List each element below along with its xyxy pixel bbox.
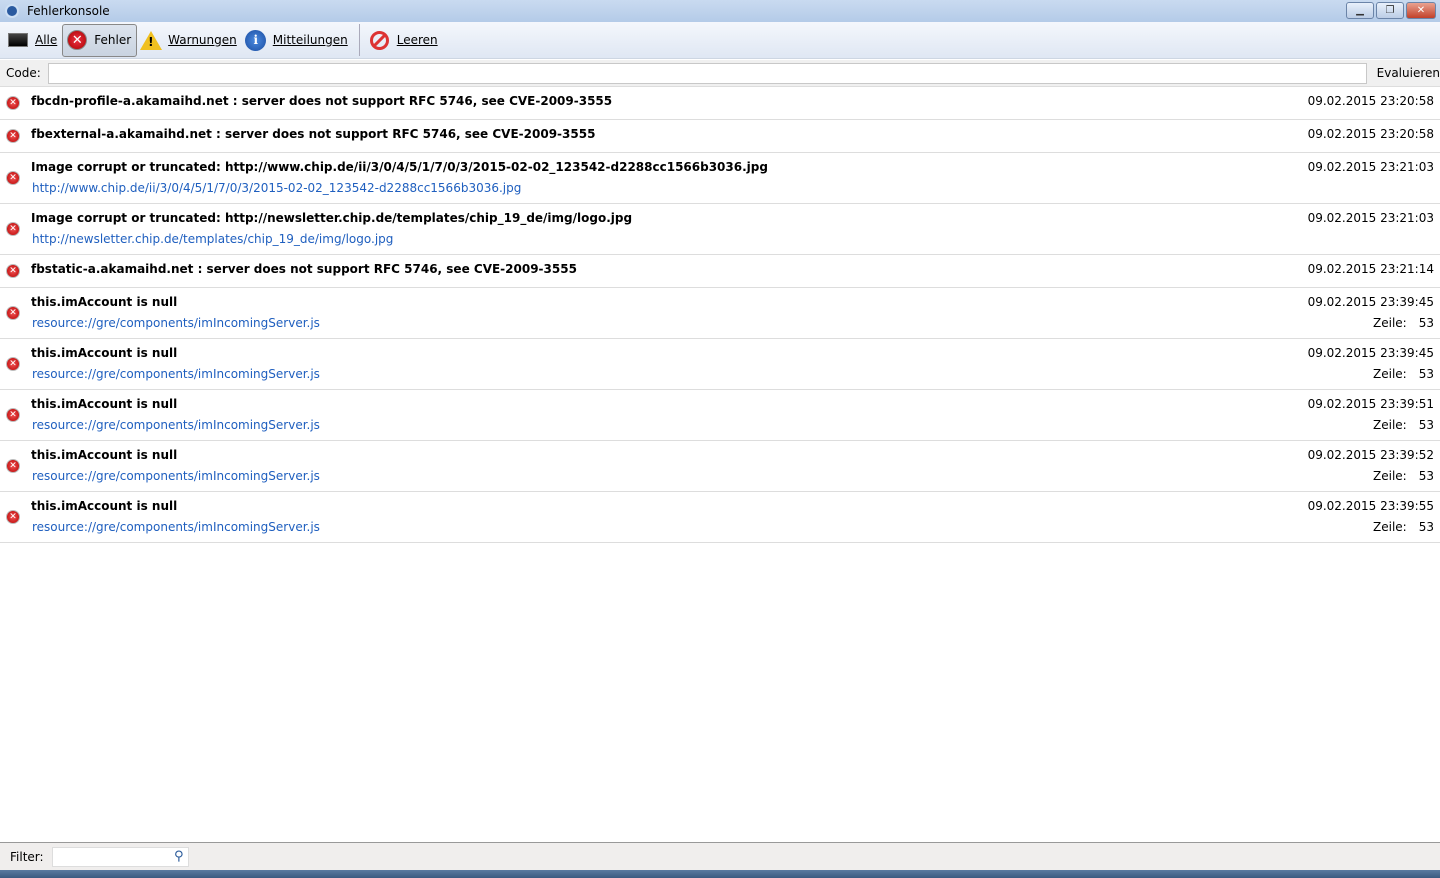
error-message: fbstatic-a.akamaihd.net : server does no… xyxy=(31,262,577,276)
timestamp: 09.02.2015 23:21:14 xyxy=(1307,262,1434,276)
source-link[interactable]: resource://gre/components/imIncomingServ… xyxy=(32,469,320,483)
console-icon xyxy=(7,29,29,51)
source-link[interactable]: resource://gre/components/imIncomingServ… xyxy=(32,367,320,381)
error-icon: ✕ xyxy=(6,264,20,278)
filter-messages-button[interactable]: i Mitteilungen xyxy=(242,24,353,57)
timestamp: 09.02.2015 23:21:03 xyxy=(1307,211,1434,225)
timestamp: 09.02.2015 23:39:52 xyxy=(1307,448,1434,462)
taskbar xyxy=(0,870,1440,878)
error-message: fbexternal-a.akamaihd.net : server does … xyxy=(31,127,596,141)
window-title: Fehlerkonsole xyxy=(27,4,110,18)
error-icon: ✕ xyxy=(6,222,20,236)
error-message: Image corrupt or truncated: http://www.c… xyxy=(31,160,768,174)
line-info: Zeile: 53 xyxy=(1373,469,1434,483)
timestamp: 09.02.2015 23:39:55 xyxy=(1307,499,1434,513)
source-link[interactable]: http://www.chip.de/ii/3/0/4/5/1/7/0/3/20… xyxy=(32,181,521,195)
clear-icon xyxy=(369,29,391,51)
line-info: Zeile: 53 xyxy=(1373,418,1434,432)
filter-bar: Filter: ⚲ xyxy=(0,842,1440,870)
filter-label: Filter: xyxy=(10,849,44,864)
error-message: this.imAccount is null xyxy=(31,448,178,462)
toolbar-separator xyxy=(358,24,360,56)
list-item[interactable]: ✕ Image corrupt or truncated: http://www… xyxy=(0,153,1440,204)
code-label: Code: xyxy=(6,66,41,80)
line-number: 53 xyxy=(1418,418,1434,432)
line-number: 53 xyxy=(1418,469,1434,483)
error-message: fbcdn-profile-a.akamaihd.net : server do… xyxy=(31,94,613,108)
search-icon: ⚲ xyxy=(174,848,184,864)
filter-warnings-button[interactable]: ! Warnungen xyxy=(137,24,242,57)
source-link[interactable]: resource://gre/components/imIncomingServ… xyxy=(32,418,320,432)
error-icon: ✕ xyxy=(6,96,20,110)
list-item[interactable]: ✕ this.imAccount is null 09.02.2015 23:3… xyxy=(0,339,1440,390)
line-info: Zeile: 53 xyxy=(1373,520,1434,534)
error-icon: ✕ xyxy=(6,129,20,143)
line-label: Zeile: xyxy=(1373,469,1407,483)
error-message: this.imAccount is null xyxy=(31,295,178,309)
line-label: Zeile: xyxy=(1373,418,1407,432)
evaluate-button[interactable]: Evaluieren xyxy=(1377,66,1440,80)
error-icon: ✕ xyxy=(66,29,88,51)
code-row: Code: Evaluieren xyxy=(0,60,1440,87)
error-icon: ✕ xyxy=(6,357,20,371)
list-item[interactable]: ✕ this.imAccount is null 09.02.2015 23:3… xyxy=(0,288,1440,339)
list-item[interactable]: ✕ this.imAccount is null 09.02.2015 23:3… xyxy=(0,390,1440,441)
error-list: ✕ fbcdn-profile-a.akamaihd.net : server … xyxy=(0,87,1440,543)
filter-all-button[interactable]: Alle xyxy=(4,24,62,57)
messages-label: Mitteilungen xyxy=(272,33,348,47)
timestamp: 09.02.2015 23:39:45 xyxy=(1307,346,1434,360)
source-link[interactable]: resource://gre/components/imIncomingServ… xyxy=(32,316,320,330)
error-message: this.imAccount is null xyxy=(31,397,178,411)
list-item[interactable]: ✕ fbexternal-a.akamaihd.net : server doe… xyxy=(0,120,1440,153)
timestamp: 09.02.2015 23:39:51 xyxy=(1307,397,1434,411)
close-button[interactable]: ✕ xyxy=(1406,2,1436,19)
error-message: this.imAccount is null xyxy=(31,499,178,513)
error-icon: ✕ xyxy=(6,171,20,185)
timestamp: 09.02.2015 23:21:03 xyxy=(1307,160,1434,174)
title-bar: Fehlerkonsole ▁ ❐ ✕ xyxy=(0,0,1440,22)
app-icon xyxy=(5,4,19,18)
list-item[interactable]: ✕ this.imAccount is null 09.02.2015 23:3… xyxy=(0,492,1440,543)
timestamp: 09.02.2015 23:20:58 xyxy=(1307,127,1434,141)
error-icon: ✕ xyxy=(6,459,20,473)
line-label: Zeile: xyxy=(1373,316,1407,330)
line-number: 53 xyxy=(1418,316,1434,330)
line-number: 53 xyxy=(1418,367,1434,381)
line-label: Zeile: xyxy=(1373,367,1407,381)
warning-icon: ! xyxy=(140,29,163,51)
line-info: Zeile: 53 xyxy=(1373,316,1434,330)
timestamp: 09.02.2015 23:20:58 xyxy=(1307,94,1434,108)
source-link[interactable]: resource://gre/components/imIncomingServ… xyxy=(32,520,320,534)
source-link[interactable]: http://newsletter.chip.de/templates/chip… xyxy=(32,232,393,246)
list-item[interactable]: ✕ Image corrupt or truncated: http://new… xyxy=(0,204,1440,255)
clear-label: Leeren xyxy=(396,33,438,47)
line-label: Zeile: xyxy=(1373,520,1407,534)
error-icon: ✕ xyxy=(6,408,20,422)
timestamp: 09.02.2015 23:39:45 xyxy=(1307,295,1434,309)
clear-button[interactable]: Leeren xyxy=(366,24,443,57)
filter-input[interactable]: ⚲ xyxy=(51,846,189,867)
code-input[interactable] xyxy=(47,62,1367,84)
errors-label: Fehler xyxy=(94,33,132,47)
minimize-button[interactable]: ▁ xyxy=(1346,2,1374,19)
restore-button[interactable]: ❐ xyxy=(1376,2,1404,19)
filter-errors-button[interactable]: ✕ Fehler xyxy=(62,23,138,57)
info-icon: i xyxy=(245,29,267,51)
line-number: 53 xyxy=(1418,520,1434,534)
line-info: Zeile: 53 xyxy=(1373,367,1434,381)
error-icon: ✕ xyxy=(6,306,20,320)
toolbar: Alle ✕ Fehler ! Warnungen i Mitteilungen Le… xyxy=(0,22,1440,59)
error-icon: ✕ xyxy=(6,510,20,524)
warnings-label: Warnungen xyxy=(168,33,237,47)
list-item[interactable]: ✕ fbstatic-a.akamaihd.net : server does … xyxy=(0,255,1440,288)
error-message: Image corrupt or truncated: http://newsl… xyxy=(31,211,633,225)
list-item[interactable]: ✕ this.imAccount is null 09.02.2015 23:3… xyxy=(0,441,1440,492)
error-message: this.imAccount is null xyxy=(31,346,178,360)
list-item[interactable]: ✕ fbcdn-profile-a.akamaihd.net : server … xyxy=(0,87,1440,120)
all-label: Alle xyxy=(35,33,58,47)
